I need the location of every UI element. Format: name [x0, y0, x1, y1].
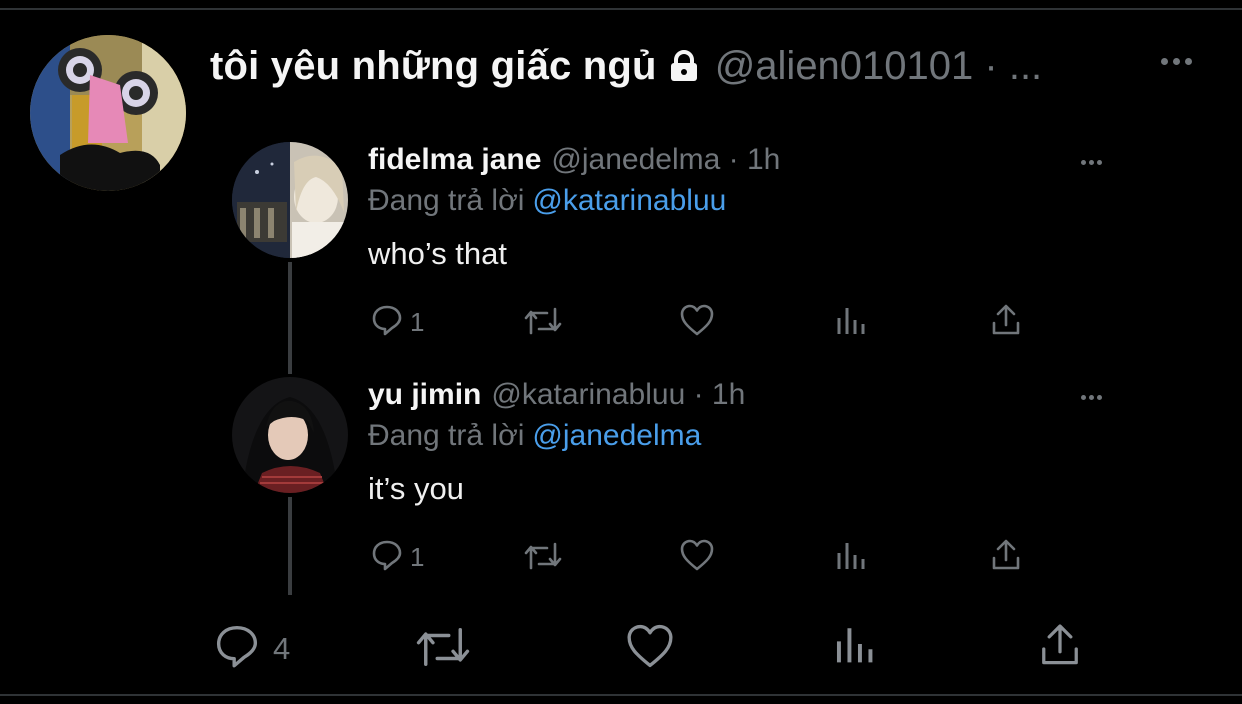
lock-icon: [667, 49, 701, 83]
analytics-icon: [836, 304, 868, 341]
reply-author-name[interactable]: yu jimin: [368, 378, 481, 412]
mention-link[interactable]: @katarinabluu: [532, 184, 726, 217]
reply-icon: [370, 538, 404, 577]
share-icon: [990, 303, 1022, 342]
thread-line: [288, 497, 292, 595]
retweet-button[interactable]: [414, 624, 472, 675]
share-button[interactable]: [990, 538, 1022, 577]
analytics-button[interactable]: [836, 304, 868, 341]
reply-icon: [370, 303, 404, 342]
analytics-button[interactable]: [835, 622, 877, 671]
analytics-icon: [835, 622, 877, 671]
reply-count: 1: [410, 542, 425, 572]
main-avatar[interactable]: [30, 35, 186, 191]
bottom-divider: [0, 694, 1242, 696]
reply-avatar[interactable]: [232, 142, 348, 258]
like-button[interactable]: [679, 538, 715, 577]
mention-link[interactable]: @janedelma: [532, 419, 701, 452]
reply-button[interactable]: 4: [213, 622, 290, 675]
reply-author-handle[interactable]: @janedelma · 1h: [551, 143, 780, 177]
share-icon: [1038, 622, 1082, 673]
thread-line: [288, 262, 292, 374]
author-name[interactable]: tôi yêu những giấc ngủ: [210, 44, 657, 89]
share-button[interactable]: [990, 303, 1022, 342]
reply-more-icon[interactable]: [1081, 160, 1102, 165]
retweet-icon: [414, 624, 472, 675]
reply-header: yu jimin @katarinabluu · 1h: [368, 378, 745, 412]
retweet-icon: [523, 540, 563, 577]
reply-count: 1: [410, 307, 425, 337]
retweet-button[interactable]: [523, 305, 563, 342]
reply-header: fidelma jane @janedelma · 1h: [368, 143, 780, 177]
reply-text: who’s that: [368, 236, 508, 271]
more-icon[interactable]: [1161, 58, 1192, 65]
top-divider: [0, 8, 1242, 10]
replying-label: Đang trả lời: [368, 184, 525, 217]
replying-to-line: Đang trả lời @katarinabluu: [368, 184, 726, 218]
reply-button[interactable]: 1: [370, 538, 424, 577]
share-icon: [990, 538, 1022, 577]
replying-to-line: Đang trả lời @janedelma: [368, 419, 701, 453]
reply-author-name[interactable]: fidelma jane: [368, 143, 541, 177]
share-button[interactable]: [1038, 622, 1082, 673]
like-button[interactable]: [625, 622, 675, 675]
tweet-header: tôi yêu những giấc ngủ @alien010101 · ..…: [210, 38, 1042, 94]
reply-icon: [213, 622, 261, 675]
reply-avatar[interactable]: [232, 377, 348, 493]
retweet-button[interactable]: [523, 540, 563, 577]
like-icon: [679, 538, 715, 577]
reply-count: 4: [273, 630, 291, 666]
reply-button[interactable]: 1: [370, 303, 424, 342]
analytics-icon: [836, 539, 868, 576]
author-handle[interactable]: @alien010101 · ...: [715, 44, 1042, 89]
replying-label: Đang trả lời: [368, 419, 525, 452]
reply-text: it’s you: [368, 471, 464, 506]
like-icon: [625, 622, 675, 675]
reply-author-handle[interactable]: @katarinabluu · 1h: [491, 378, 745, 412]
retweet-icon: [523, 305, 563, 342]
reply-more-icon[interactable]: [1081, 395, 1102, 400]
like-icon: [679, 303, 715, 342]
analytics-button[interactable]: [836, 539, 868, 576]
like-button[interactable]: [679, 303, 715, 342]
